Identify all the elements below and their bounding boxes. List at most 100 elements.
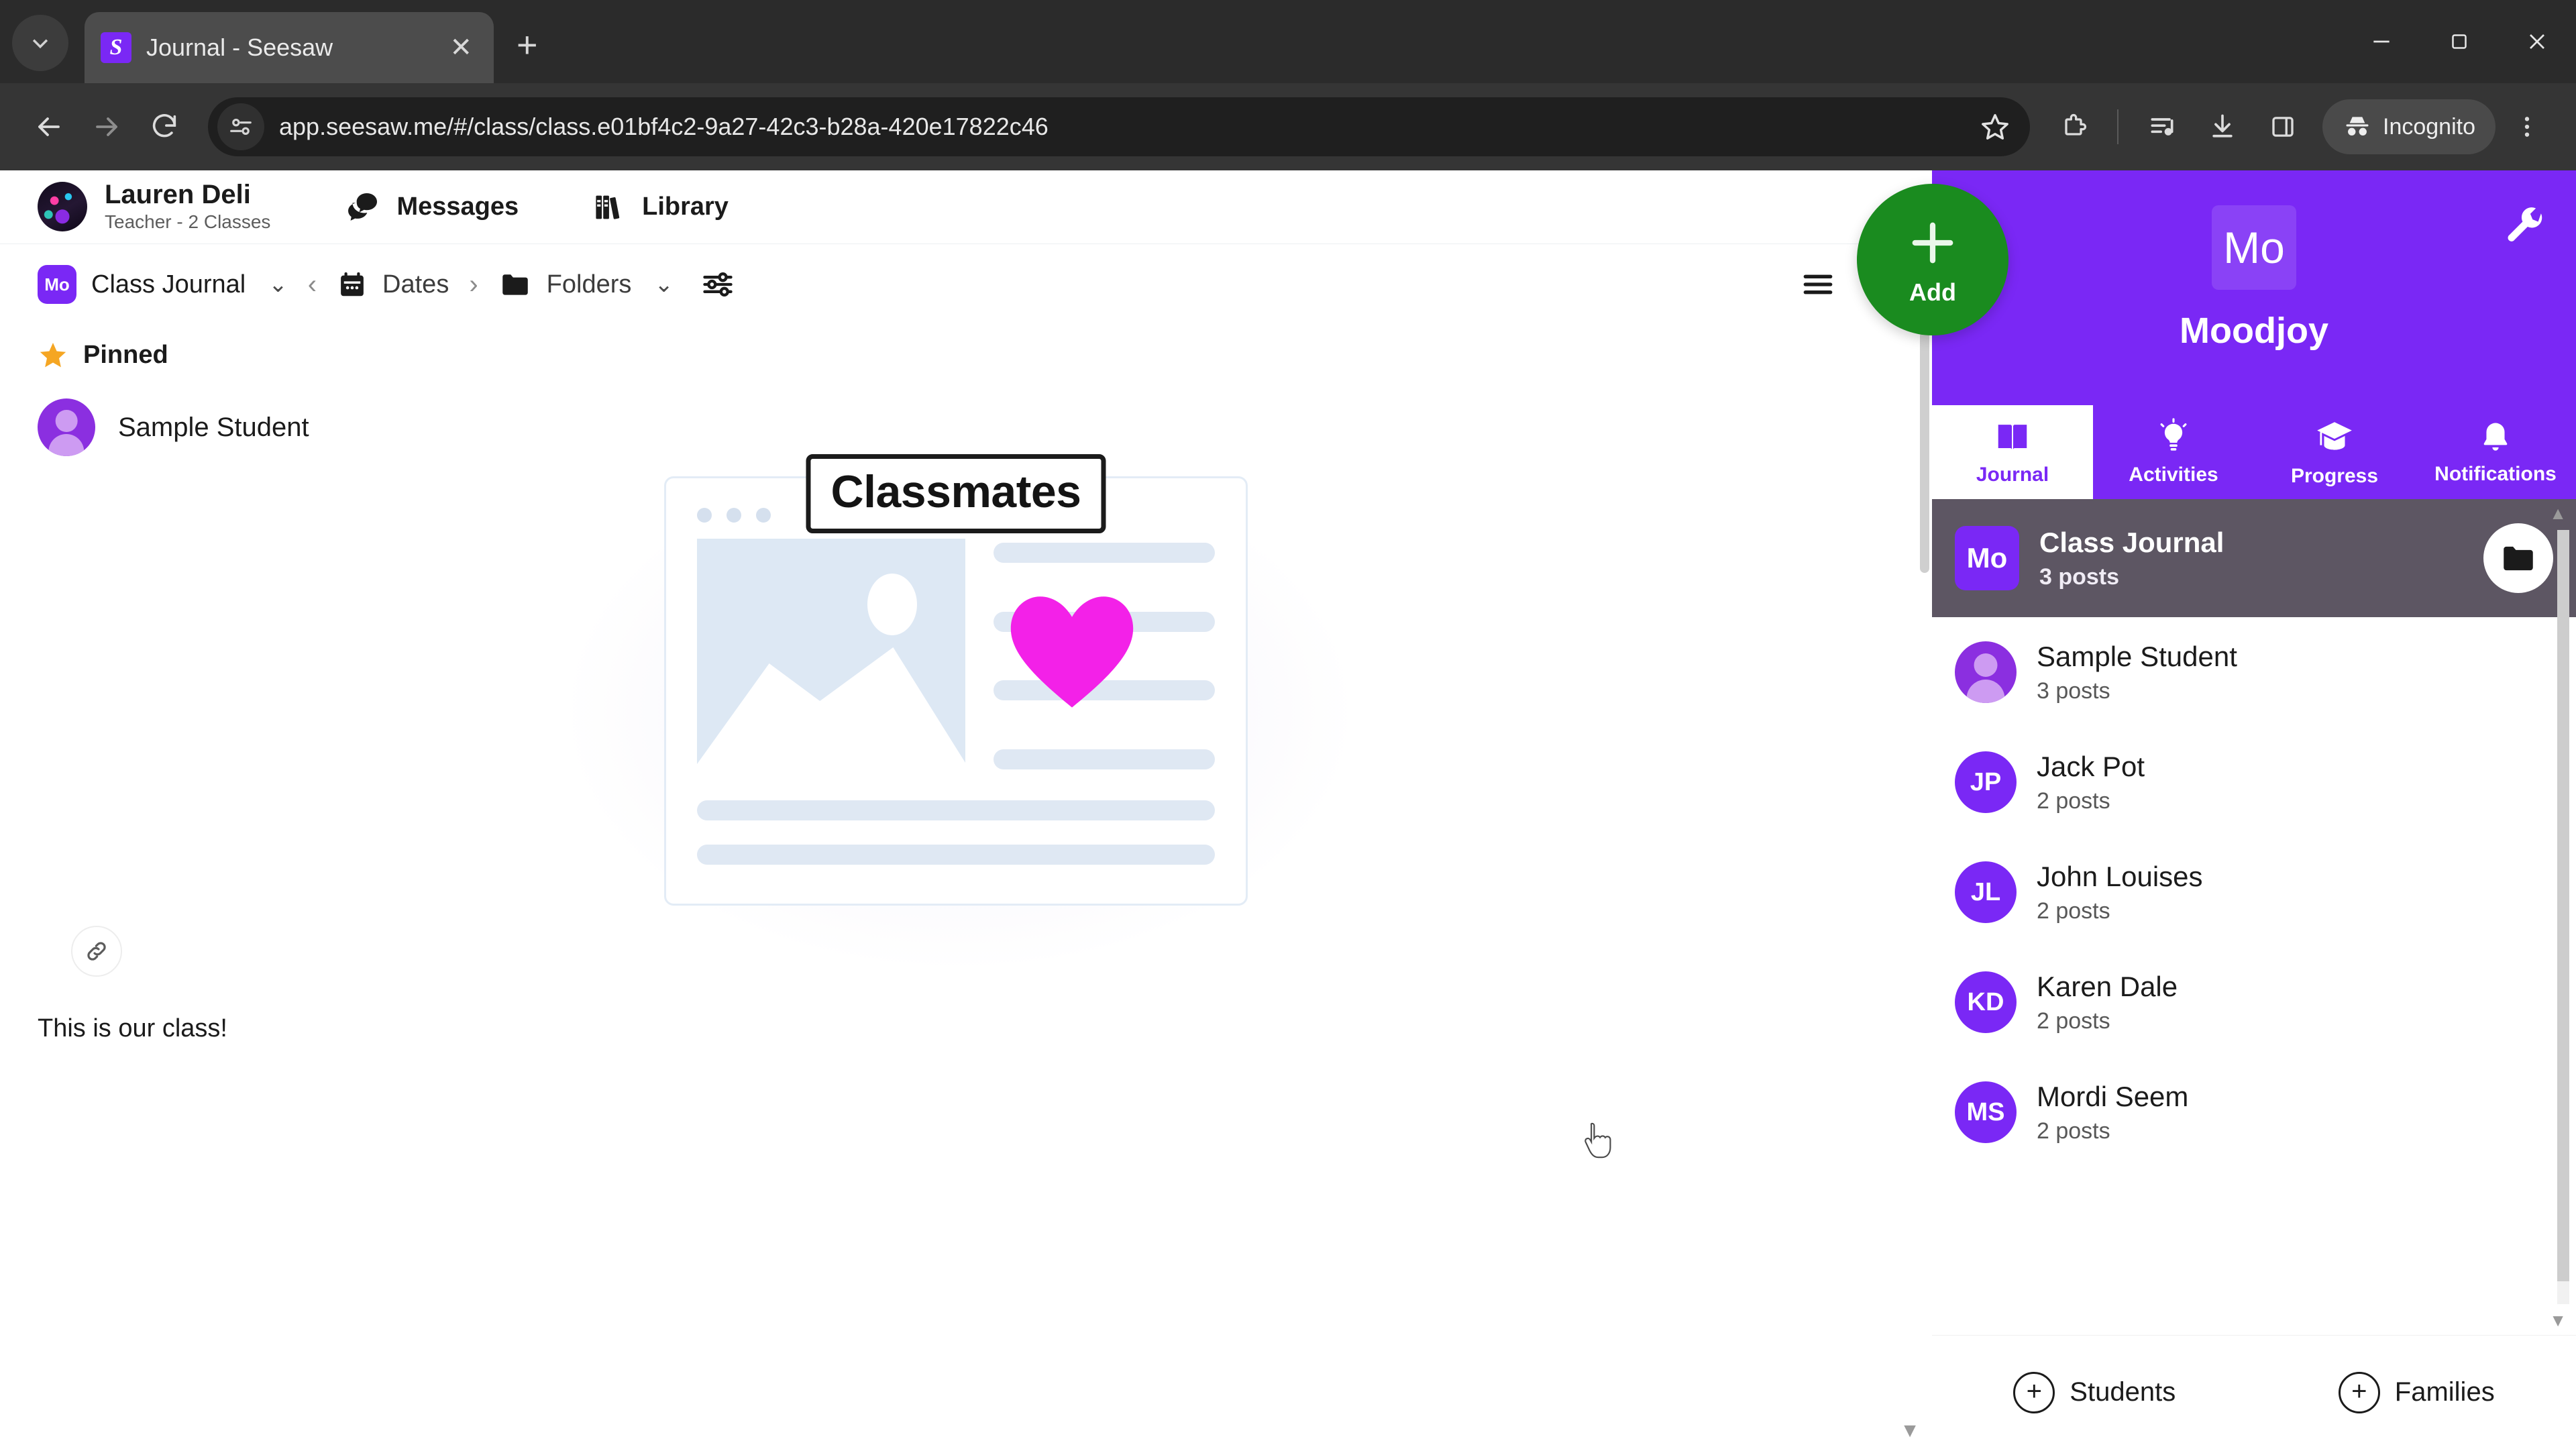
post-author-row[interactable]: Sample Student bbox=[38, 398, 1894, 456]
reload-icon bbox=[152, 114, 176, 138]
class-settings-button[interactable] bbox=[2505, 205, 2548, 252]
feed-scroll-down-arrow[interactable]: ▼ bbox=[1900, 1419, 1920, 1442]
toolbar-actions: Incognito bbox=[2045, 98, 2556, 156]
star-icon bbox=[1982, 114, 2008, 140]
artwork-card: Classmates bbox=[664, 454, 1248, 906]
pinned-label: Pinned bbox=[83, 340, 168, 369]
back-button[interactable] bbox=[20, 98, 78, 156]
list-item[interactable]: KD Karen Dale 2 posts bbox=[1932, 947, 2576, 1057]
dates-filter[interactable]: Dates bbox=[337, 269, 449, 300]
tab-journal[interactable]: Journal bbox=[1932, 405, 2093, 499]
class-journal-posts: 3 posts bbox=[2039, 564, 2120, 590]
list-view-icon bbox=[1803, 274, 1833, 294]
extensions-icon bbox=[2065, 113, 2087, 136]
journal-toolbar: Mo Class Journal ⌄ ‹ Dates › Folders ⌄ bbox=[0, 244, 1932, 325]
address-bar[interactable]: app.seesaw.me/#/class/class.e01bf4c2-9a2… bbox=[208, 97, 2030, 156]
tab-journal-label: Journal bbox=[1976, 464, 2049, 486]
new-tab-button[interactable]: + bbox=[517, 24, 538, 66]
tab-close-button[interactable]: ✕ bbox=[444, 34, 478, 61]
link-button[interactable] bbox=[71, 926, 122, 977]
post-artwork[interactable]: Classmates bbox=[38, 454, 1894, 966]
site-info-button[interactable] bbox=[217, 103, 264, 150]
close-window-button[interactable] bbox=[2498, 0, 2576, 83]
tab-strip: S Journal - Seesaw ✕ + bbox=[0, 0, 2576, 83]
sidebar-scrollbar-thumb[interactable] bbox=[2557, 530, 2569, 1281]
calendar-icon bbox=[341, 272, 364, 297]
maximize-button[interactable] bbox=[2420, 0, 2498, 83]
minimize-icon bbox=[2373, 40, 2390, 43]
close-icon bbox=[2530, 34, 2544, 49]
class-initials-tile: Mo bbox=[2212, 205, 2296, 290]
avatar: KD bbox=[1955, 971, 2017, 1033]
forward-button[interactable] bbox=[78, 98, 136, 156]
sidebar-scroll-down-arrow[interactable]: ▼ bbox=[2549, 1310, 2567, 1331]
next-arrow-button[interactable]: › bbox=[469, 270, 478, 300]
reading-list-button[interactable] bbox=[2133, 98, 2191, 156]
prev-arrow-button[interactable]: ‹ bbox=[308, 270, 317, 300]
sidebar-scroll-up-arrow[interactable]: ▲ bbox=[2549, 503, 2567, 524]
avatar: JL bbox=[1955, 861, 2017, 923]
list-item[interactable]: JL John Louises 2 posts bbox=[1932, 837, 2576, 947]
artwork-footer-lines bbox=[697, 800, 1215, 865]
url-text: app.seesaw.me/#/class/class.e01bf4c2-9a2… bbox=[279, 113, 1049, 140]
post-caption: This is our class! bbox=[38, 1014, 227, 1042]
star-pinned-icon bbox=[40, 342, 66, 368]
folders-caret[interactable]: ⌄ bbox=[654, 271, 674, 298]
class-badge: Mo bbox=[38, 265, 76, 304]
add-families-label: Families bbox=[2394, 1377, 2495, 1407]
list-view-button[interactable] bbox=[1799, 266, 1837, 303]
messages-label: Messages bbox=[396, 193, 519, 221]
post-author-name: Sample Student bbox=[118, 412, 309, 442]
dates-label: Dates bbox=[382, 270, 449, 299]
list-item[interactable]: JP Jack Pot 2 posts bbox=[1932, 727, 2576, 837]
class-journal-title: Class Journal bbox=[2039, 527, 2224, 559]
library-label: Library bbox=[642, 193, 729, 221]
avatar bbox=[1955, 641, 2017, 703]
list-item[interactable]: Sample Student 3 posts bbox=[1932, 617, 2576, 727]
reading-list-icon bbox=[2151, 118, 2174, 136]
feed-scrollbar-thumb[interactable] bbox=[1920, 331, 1929, 573]
bell-icon bbox=[2483, 423, 2508, 451]
profile-chip[interactable]: Incognito bbox=[2322, 99, 2496, 154]
extensions-button[interactable] bbox=[2045, 98, 2102, 156]
side-panel-button[interactable] bbox=[2254, 98, 2312, 156]
downloads-button[interactable] bbox=[2194, 98, 2251, 156]
reload-button[interactable] bbox=[136, 98, 193, 156]
add-families-button[interactable]: + Families bbox=[2338, 1371, 2495, 1413]
filters-button[interactable] bbox=[700, 267, 735, 302]
student-name: Mordi Seem bbox=[2037, 1081, 2189, 1113]
artwork-text-lines bbox=[994, 539, 1215, 773]
filters-icon bbox=[703, 272, 733, 297]
class-selector-caret[interactable]: ⌄ bbox=[268, 271, 288, 298]
folders-filter[interactable]: Folders bbox=[498, 268, 631, 301]
class-journal-folder-button[interactable] bbox=[2483, 523, 2553, 593]
class-journal-row[interactable]: Mo Class Journal 3 posts bbox=[1932, 499, 2576, 617]
messages-nav-item[interactable]: Messages bbox=[344, 189, 519, 226]
chrome-menu-button[interactable] bbox=[2498, 98, 2556, 156]
tab-notifications[interactable]: Notifications bbox=[2415, 405, 2576, 499]
minimize-button[interactable] bbox=[2343, 0, 2420, 83]
sidebar-footer: + Students + Families bbox=[1932, 1335, 2576, 1449]
add-students-button[interactable]: + Students bbox=[2013, 1371, 2176, 1413]
student-posts: 2 posts bbox=[2037, 1008, 2110, 1034]
tab-progress[interactable]: Progress bbox=[2254, 405, 2415, 499]
tab-search-button[interactable] bbox=[12, 15, 68, 71]
teacher-profile[interactable]: Lauren Deli Teacher - 2 Classes bbox=[38, 179, 270, 234]
three-dot-menu-icon bbox=[2524, 117, 2530, 137]
student-name: Jack Pot bbox=[2037, 751, 2145, 783]
student-posts: 2 posts bbox=[2037, 1118, 2110, 1144]
folder-icon bbox=[2504, 546, 2533, 571]
browser-tab[interactable]: S Journal - Seesaw ✕ bbox=[85, 12, 494, 83]
tab-activities[interactable]: Activities bbox=[2093, 405, 2254, 499]
profile-label: Incognito bbox=[2383, 113, 2475, 140]
list-item[interactable]: MS Mordi Seem 2 posts bbox=[1932, 1057, 2576, 1167]
window-controls bbox=[2343, 0, 2576, 83]
folder-icon bbox=[502, 274, 528, 295]
chevron-down-icon bbox=[32, 39, 48, 49]
plus-icon: + bbox=[2013, 1371, 2055, 1413]
library-nav-item[interactable]: Library bbox=[592, 190, 729, 225]
class-selector[interactable]: Mo Class Journal bbox=[38, 265, 246, 304]
bookmark-button[interactable] bbox=[1968, 100, 2022, 154]
graduation-cap-icon bbox=[2317, 422, 2352, 450]
messages-icon bbox=[348, 193, 378, 221]
